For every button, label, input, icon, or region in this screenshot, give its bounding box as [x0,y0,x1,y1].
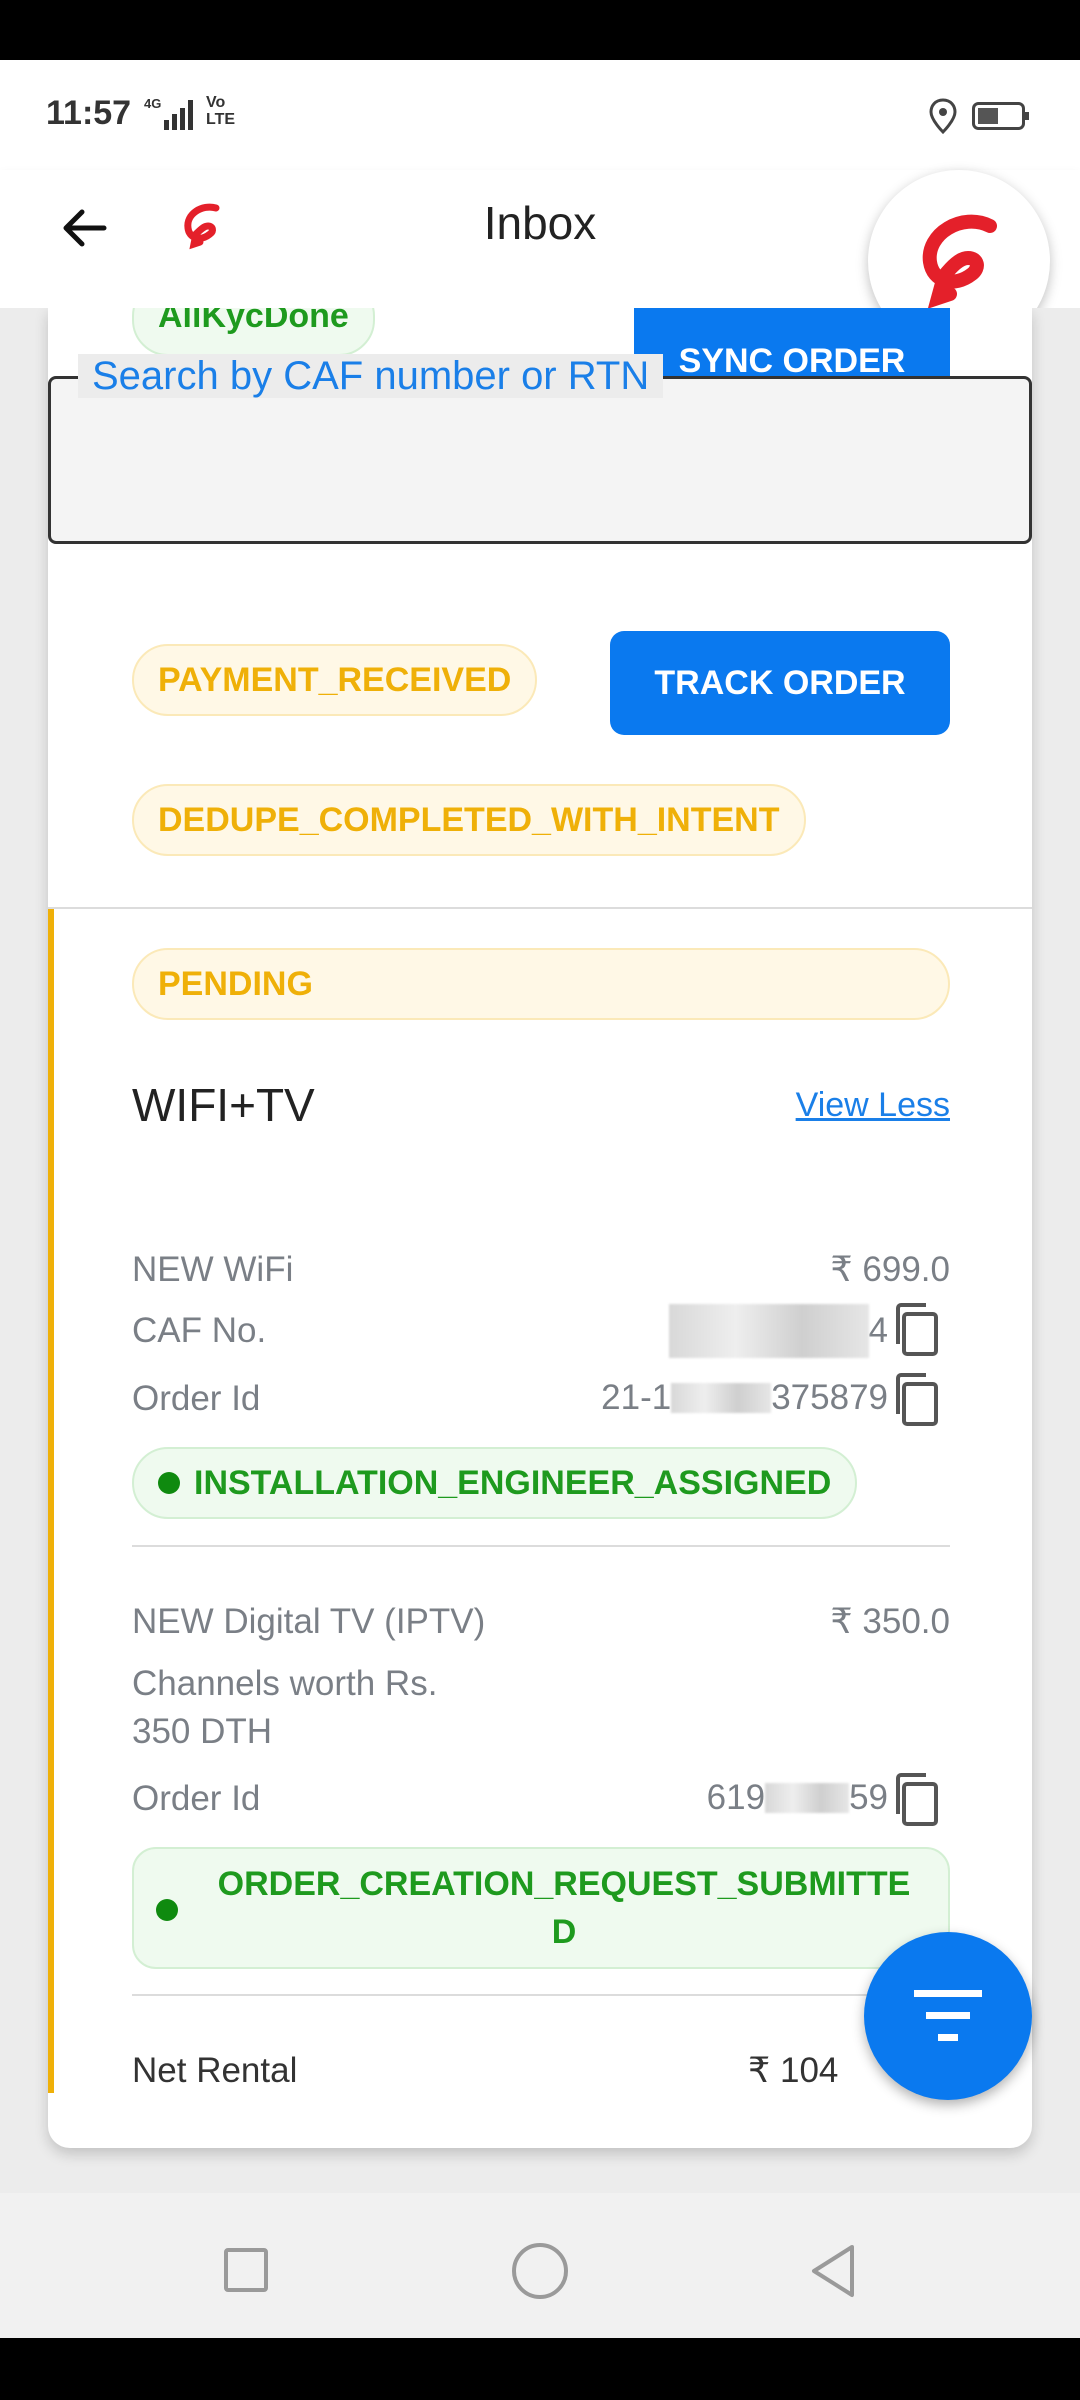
caf-label: CAF No. [132,1311,267,1350]
tv-status-badge: ORDER_CREATION_REQUEST_SUBMITTE D [132,1847,950,1969]
badge-payment-received: PAYMENT_RECEIVED [132,644,538,716]
status-badge-pending: PENDING [132,948,950,1020]
top-black-bar [0,0,1080,60]
search-text-field[interactable] [81,439,1001,509]
wifi-name: NEW WiFi [132,1250,294,1289]
status-bar: 11:57 4G Vo LTE [0,60,1080,170]
tv-price: ₹ 350.0 [830,1602,950,1641]
tv-name: NEW Digital TV (IPTV) [132,1602,486,1641]
signal-icon: 4G [144,96,200,132]
status-dot-icon [158,1472,180,1494]
tv-order-id-label: Order Id [132,1779,261,1818]
location-icon [928,98,958,135]
back-nav-icon[interactable] [808,2243,858,2299]
wifi-price: ₹ 699.0 [830,1250,950,1289]
view-less-link[interactable]: View Less [778,1086,950,1125]
tv-desc-line2: 350 DTH [132,1712,273,1751]
recents-icon[interactable] [224,2248,268,2292]
net-rental-divider [132,1994,950,1996]
home-icon[interactable] [512,2243,568,2299]
pending-accent-bar [48,909,54,2093]
caf-number: 4 [634,1300,888,1362]
copy-caf-icon[interactable] [890,1300,942,1360]
wifi-status-badge: INSTALLATION_ENGINEER_ASSIGNED [132,1447,858,1519]
filter-fab-button[interactable] [864,1932,1032,2100]
status-dot-icon [156,1899,178,1921]
badge-dedupe-completed: DEDUPE_COMPLETED_WITH_INTENT [132,784,806,856]
navigation-bar [0,2193,1080,2338]
net-rental-label: Net Rental [132,2051,298,2090]
copy-tv-order-icon[interactable] [890,1770,942,1830]
track-order-button[interactable]: TRACK ORDER [610,631,950,735]
volte-icon: Vo LTE [206,94,236,128]
badge-allkycdone: AllKycDone [132,308,375,356]
order-id-label: Order Id [132,1379,261,1418]
airtel-logo-icon [922,214,997,309]
bottom-black-bar [0,2338,1080,2400]
battery-icon [972,102,1030,130]
item-divider [132,1545,950,1547]
copy-wifi-order-icon[interactable] [890,1370,942,1430]
wifi-order-id: 21-1 375879 [601,1378,888,1417]
order-divider [48,907,1032,909]
search-input[interactable] [48,376,1032,544]
order-card: AllKycDone SYNC ORDER PAYMENT_RECEIVED T… [48,308,1032,2148]
filter-icon [914,1990,982,2041]
status-time: 11:57 [46,94,132,132]
tv-order-id: 619 59 [706,1778,888,1817]
tv-desc-line1: Channels worth Rs. [132,1664,438,1703]
search-container: Search by CAF number or RTN [48,354,1032,544]
content-area: AllKycDone SYNC ORDER PAYMENT_RECEIVED T… [0,308,1080,2193]
order-title: WIFI+TV [132,1079,315,1131]
search-label: Search by CAF number or RTN [78,354,664,398]
